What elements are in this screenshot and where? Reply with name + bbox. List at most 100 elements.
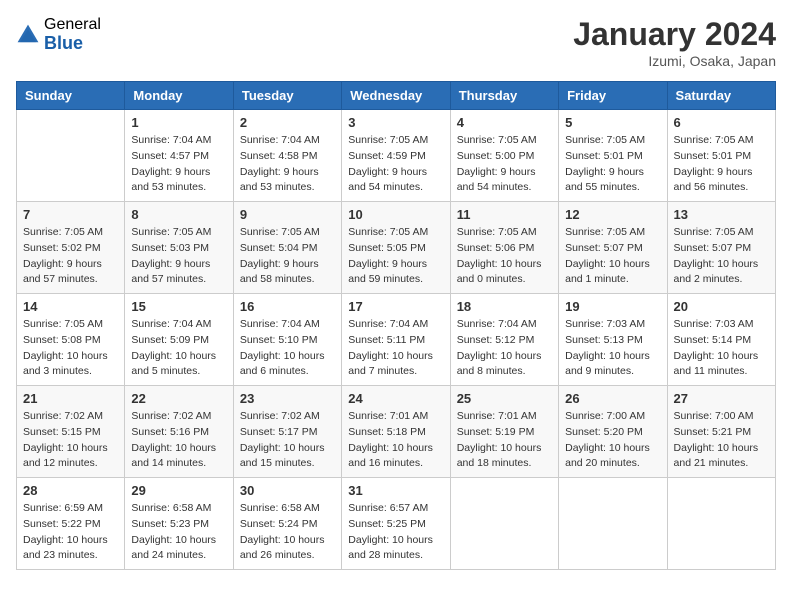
day-info: Sunrise: 7:05 AMSunset: 5:02 PMDaylight:…: [23, 225, 118, 288]
day-number: 28: [23, 483, 118, 498]
calendar-cell: 4 Sunrise: 7:05 AMSunset: 5:00 PMDaylight…: [450, 110, 558, 202]
calendar-cell: 2Sunrise: 7:04 AMSunset: 4:58 PMDaylight…: [233, 110, 341, 202]
day-number: 30: [240, 483, 335, 498]
day-number: 18: [457, 299, 552, 314]
col-header-sunday: Sunday: [17, 82, 125, 110]
day-info: Sunrise: 7:00 AMSunset: 5:20 PMDaylight:…: [565, 409, 660, 472]
day-info: Sunrise: 7:02 AMSunset: 5:15 PMDaylight:…: [23, 409, 118, 472]
calendar-week-1: 1Sunrise: 7:04 AMSunset: 4:57 PMDaylight…: [17, 110, 776, 202]
calendar-cell: 6Sunrise: 7:05 AMSunset: 5:01 PMDaylight…: [667, 110, 775, 202]
day-number: 9: [240, 207, 335, 222]
day-number: 27: [674, 391, 769, 406]
day-info: Sunrise: 7:05 AMSunset: 5:06 PMDaylight:…: [457, 225, 552, 288]
calendar-cell: 26Sunrise: 7:00 AMSunset: 5:20 PMDayligh…: [559, 386, 667, 478]
day-info: Sunrise: 7:02 AMSunset: 5:16 PMDaylight:…: [131, 409, 226, 472]
calendar-cell: 18 Sunrise: 7:04 AMSunset: 5:12 PMDayligh…: [450, 294, 558, 386]
col-header-friday: Friday: [559, 82, 667, 110]
day-info: Sunrise: 7:05 AMSunset: 5:07 PMDaylight:…: [674, 225, 769, 288]
col-header-thursday: Thursday: [450, 82, 558, 110]
day-number: 5: [565, 115, 660, 130]
calendar-week-5: 28 Sunrise: 6:59 AMSunset: 5:22 PMDayligh…: [17, 478, 776, 570]
day-info: Sunrise: 7:05 AMSunset: 5:05 PMDaylight:…: [348, 225, 443, 288]
calendar-cell: 9 Sunrise: 7:05 AMSunset: 5:04 PMDaylight…: [233, 202, 341, 294]
col-header-tuesday: Tuesday: [233, 82, 341, 110]
day-number: 24: [348, 391, 443, 406]
day-number: 21: [23, 391, 118, 406]
calendar-cell: 17Sunrise: 7:04 AMSunset: 5:11 PMDayligh…: [342, 294, 450, 386]
location: Izumi, Osaka, Japan: [573, 53, 776, 69]
day-info: Sunrise: 7:05 AMSunset: 5:04 PMDaylight:…: [240, 225, 335, 288]
day-info: Sunrise: 6:59 AMSunset: 5:22 PMDaylight:…: [23, 501, 118, 564]
day-number: 13: [674, 207, 769, 222]
calendar-cell: 25 Sunrise: 7:01 AMSunset: 5:19 PMDayligh…: [450, 386, 558, 478]
calendar-header-row: SundayMondayTuesdayWednesdayThursdayFrid…: [17, 82, 776, 110]
day-info: Sunrise: 7:05 AMSunset: 5:07 PMDaylight:…: [565, 225, 660, 288]
day-info: Sunrise: 7:04 AMSunset: 5:10 PMDaylight:…: [240, 317, 335, 380]
day-info: Sunrise: 7:04 AMSunset: 5:11 PMDaylight:…: [348, 317, 443, 380]
calendar-cell: [450, 478, 558, 570]
day-number: 3: [348, 115, 443, 130]
day-info: Sunrise: 6:57 AMSunset: 5:25 PMDaylight:…: [348, 501, 443, 564]
day-number: 8: [131, 207, 226, 222]
calendar-cell: 12 Sunrise: 7:05 AMSunset: 5:07 PMDayligh…: [559, 202, 667, 294]
day-info: Sunrise: 7:05 AMSunset: 4:59 PMDaylight:…: [348, 133, 443, 196]
day-number: 7: [23, 207, 118, 222]
calendar-cell: 24 Sunrise: 7:01 AMSunset: 5:18 PMDayligh…: [342, 386, 450, 478]
col-header-saturday: Saturday: [667, 82, 775, 110]
logo-general: General: [44, 16, 101, 34]
day-info: Sunrise: 7:03 AMSunset: 5:14 PMDaylight:…: [674, 317, 769, 380]
day-number: 14: [23, 299, 118, 314]
title-block: January 2024 Izumi, Osaka, Japan: [573, 16, 776, 69]
day-info: Sunrise: 7:00 AMSunset: 5:21 PMDaylight:…: [674, 409, 769, 472]
calendar-cell: 10Sunrise: 7:05 AMSunset: 5:05 PMDayligh…: [342, 202, 450, 294]
logo-text: General Blue: [44, 16, 101, 53]
day-info: Sunrise: 7:05 AMSunset: 5:01 PMDaylight:…: [565, 133, 660, 196]
calendar-cell: 31Sunrise: 6:57 AMSunset: 5:25 PMDayligh…: [342, 478, 450, 570]
calendar-cell: 8 Sunrise: 7:05 AMSunset: 5:03 PMDaylight…: [125, 202, 233, 294]
calendar-cell: 15 Sunrise: 7:04 AMSunset: 5:09 PMDayligh…: [125, 294, 233, 386]
calendar-cell: 21 Sunrise: 7:02 AMSunset: 5:15 PMDayligh…: [17, 386, 125, 478]
calendar-week-2: 7 Sunrise: 7:05 AMSunset: 5:02 PMDaylight…: [17, 202, 776, 294]
day-info: Sunrise: 7:01 AMSunset: 5:19 PMDaylight:…: [457, 409, 552, 472]
day-number: 23: [240, 391, 335, 406]
col-header-wednesday: Wednesday: [342, 82, 450, 110]
day-info: Sunrise: 6:58 AMSunset: 5:24 PMDaylight:…: [240, 501, 335, 564]
day-number: 29: [131, 483, 226, 498]
calendar-cell: 5 Sunrise: 7:05 AMSunset: 5:01 PMDaylight…: [559, 110, 667, 202]
calendar-week-3: 14Sunrise: 7:05 AMSunset: 5:08 PMDayligh…: [17, 294, 776, 386]
logo-blue: Blue: [44, 34, 101, 54]
day-info: Sunrise: 7:02 AMSunset: 5:17 PMDaylight:…: [240, 409, 335, 472]
calendar-cell: 27 Sunrise: 7:00 AMSunset: 5:21 PMDayligh…: [667, 386, 775, 478]
calendar-cell: 20 Sunrise: 7:03 AMSunset: 5:14 PMDayligh…: [667, 294, 775, 386]
logo: General Blue: [16, 16, 101, 53]
logo-icon: [16, 23, 40, 47]
day-number: 15: [131, 299, 226, 314]
day-number: 11: [457, 207, 552, 222]
day-info: Sunrise: 7:04 AMSunset: 5:12 PMDaylight:…: [457, 317, 552, 380]
day-info: Sunrise: 7:03 AMSunset: 5:13 PMDaylight:…: [565, 317, 660, 380]
day-number: 1: [131, 115, 226, 130]
month-title: January 2024: [573, 16, 776, 53]
day-number: 22: [131, 391, 226, 406]
day-info: Sunrise: 7:04 AMSunset: 5:09 PMDaylight:…: [131, 317, 226, 380]
day-number: 4: [457, 115, 552, 130]
day-number: 25: [457, 391, 552, 406]
day-number: 19: [565, 299, 660, 314]
calendar-cell: [667, 478, 775, 570]
calendar-cell: 1Sunrise: 7:04 AMSunset: 4:57 PMDaylight…: [125, 110, 233, 202]
col-header-monday: Monday: [125, 82, 233, 110]
day-info: Sunrise: 7:04 AMSunset: 4:58 PMDaylight:…: [240, 133, 335, 196]
day-number: 12: [565, 207, 660, 222]
page-header: General Blue January 2024 Izumi, Osaka, …: [16, 16, 776, 69]
day-number: 20: [674, 299, 769, 314]
day-number: 6: [674, 115, 769, 130]
calendar-week-4: 21 Sunrise: 7:02 AMSunset: 5:15 PMDayligh…: [17, 386, 776, 478]
calendar-cell: 16 Sunrise: 7:04 AMSunset: 5:10 PMDayligh…: [233, 294, 341, 386]
day-info: Sunrise: 7:05 AMSunset: 5:00 PMDaylight:…: [457, 133, 552, 196]
day-number: 16: [240, 299, 335, 314]
day-info: Sunrise: 7:01 AMSunset: 5:18 PMDaylight:…: [348, 409, 443, 472]
calendar-cell: 13 Sunrise: 7:05 AMSunset: 5:07 PMDayligh…: [667, 202, 775, 294]
calendar-cell: [17, 110, 125, 202]
day-info: Sunrise: 7:05 AMSunset: 5:03 PMDaylight:…: [131, 225, 226, 288]
calendar-cell: 29Sunrise: 6:58 AMSunset: 5:23 PMDayligh…: [125, 478, 233, 570]
